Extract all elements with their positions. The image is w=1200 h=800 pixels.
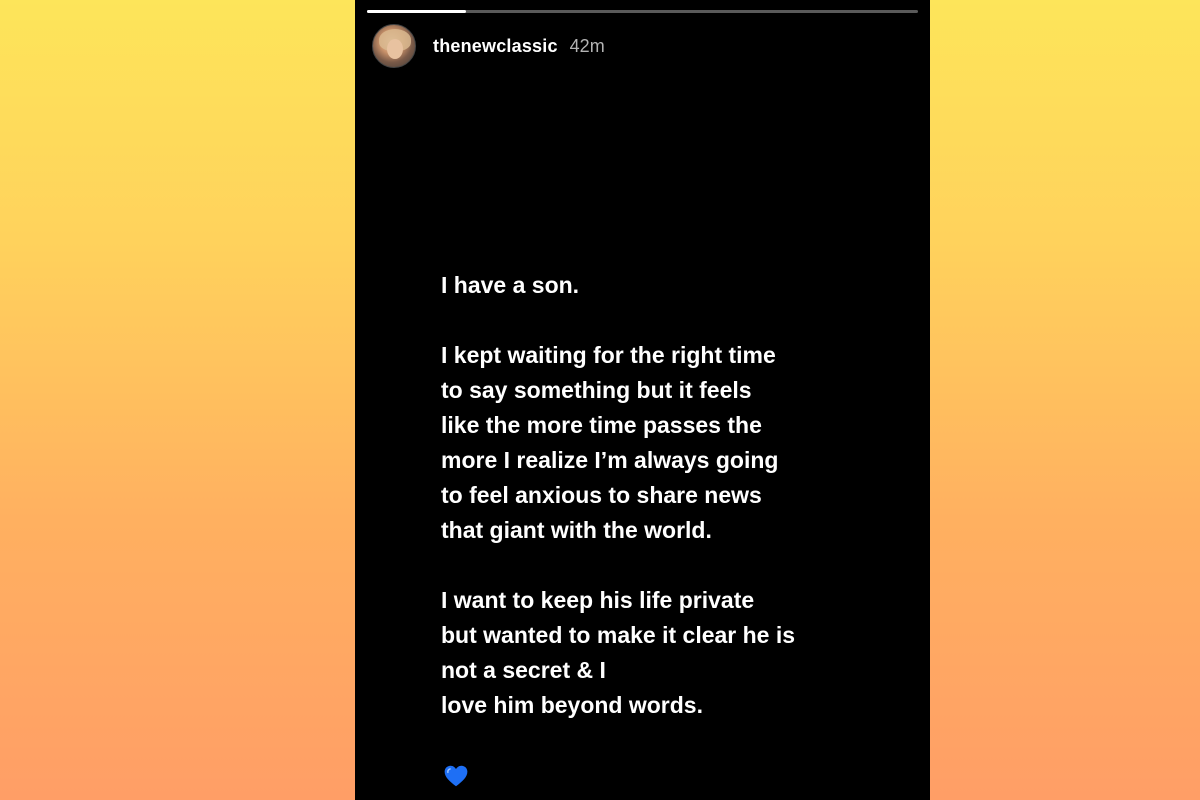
story-text-line: to feel anxious to share news [441,482,762,508]
story-text-line: to say something but it feels [441,377,752,403]
story-progress-fill [367,10,467,13]
story-text-line: more I realize I’m always going [441,447,779,473]
post-timestamp: 42m [569,35,605,56]
username-link[interactable]: thenewclassic [433,36,558,57]
story-text-line: I kept waiting for the right time [441,342,776,368]
story-text-line: I have a son. [441,272,580,298]
story-text-line: I want to keep his life private [441,587,755,613]
story-paragraph: I want to keep his life private but wante… [441,583,901,723]
story-text-line: love him beyond words. [441,692,703,718]
story-text-line: but wanted to make it clear he is [441,622,796,648]
story-paragraph: I kept waiting for the right time to say … [441,338,901,548]
story-paragraph: I have a son. [441,268,901,303]
story-viewer[interactable]: thenewclassic 42m I have a son. I kept wa… [355,0,930,800]
story-header: thenewclassic 42m [372,24,605,68]
story-text-line: that giant with the world. [441,517,712,543]
avatar[interactable] [372,24,416,68]
avatar-face [387,39,403,59]
story-text: I have a son. I kept waiting for the righ… [441,268,901,723]
story-progress-bar [367,10,918,13]
story-text-line: not a secret & I [441,657,606,683]
blue-heart-icon [444,765,468,787]
story-text-line: like the more time passes the [441,412,762,438]
